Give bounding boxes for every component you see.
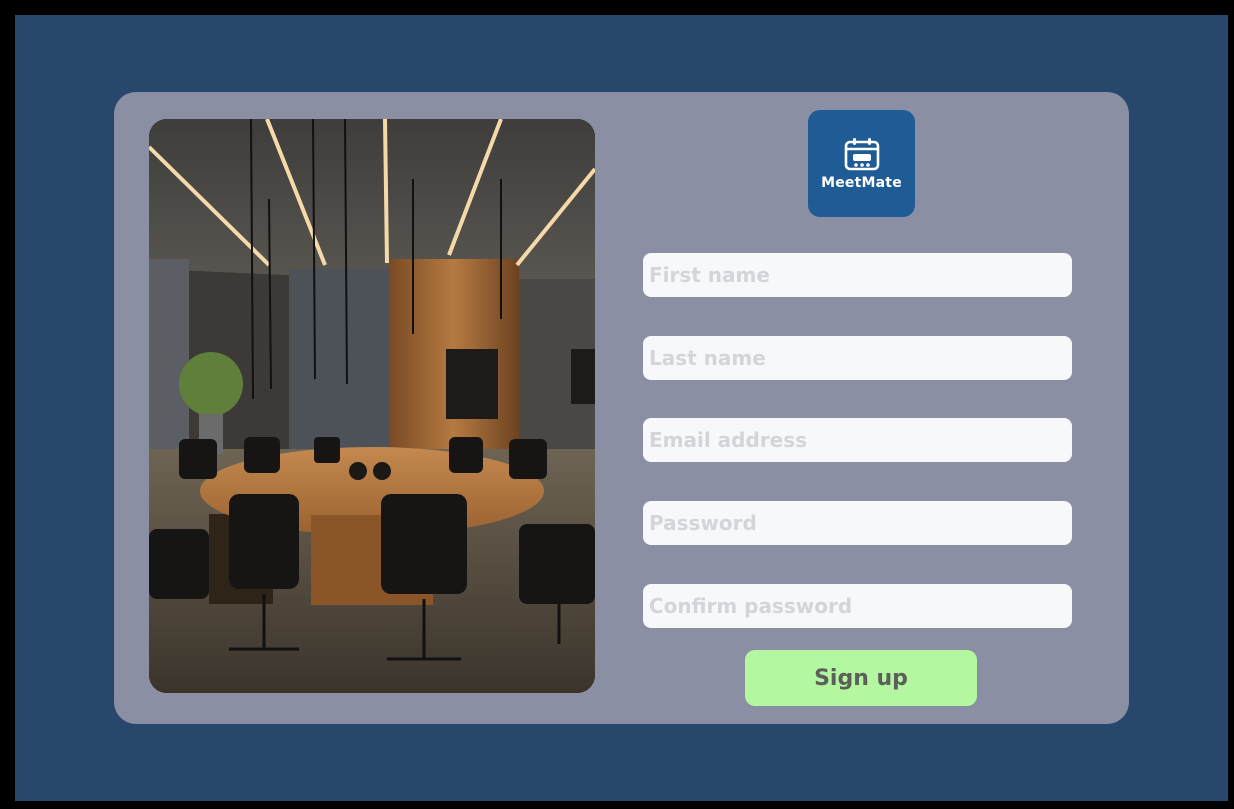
outer-frame: MeetMate Sign up bbox=[4, 4, 1230, 803]
meetmate-logo: MeetMate bbox=[808, 110, 915, 217]
confirm-password-field[interactable] bbox=[643, 584, 1072, 628]
calendar-meeting-icon bbox=[844, 137, 879, 170]
first-name-field[interactable] bbox=[643, 253, 1072, 297]
password-field[interactable] bbox=[643, 501, 1072, 545]
last-name-field[interactable] bbox=[643, 336, 1072, 380]
page-background: MeetMate Sign up bbox=[15, 15, 1228, 801]
sign-up-button[interactable]: Sign up bbox=[745, 650, 977, 706]
signup-card: MeetMate Sign up bbox=[114, 92, 1129, 724]
brand-name: MeetMate bbox=[821, 174, 902, 191]
email-field[interactable] bbox=[643, 418, 1072, 462]
conference-room-image bbox=[149, 119, 595, 693]
